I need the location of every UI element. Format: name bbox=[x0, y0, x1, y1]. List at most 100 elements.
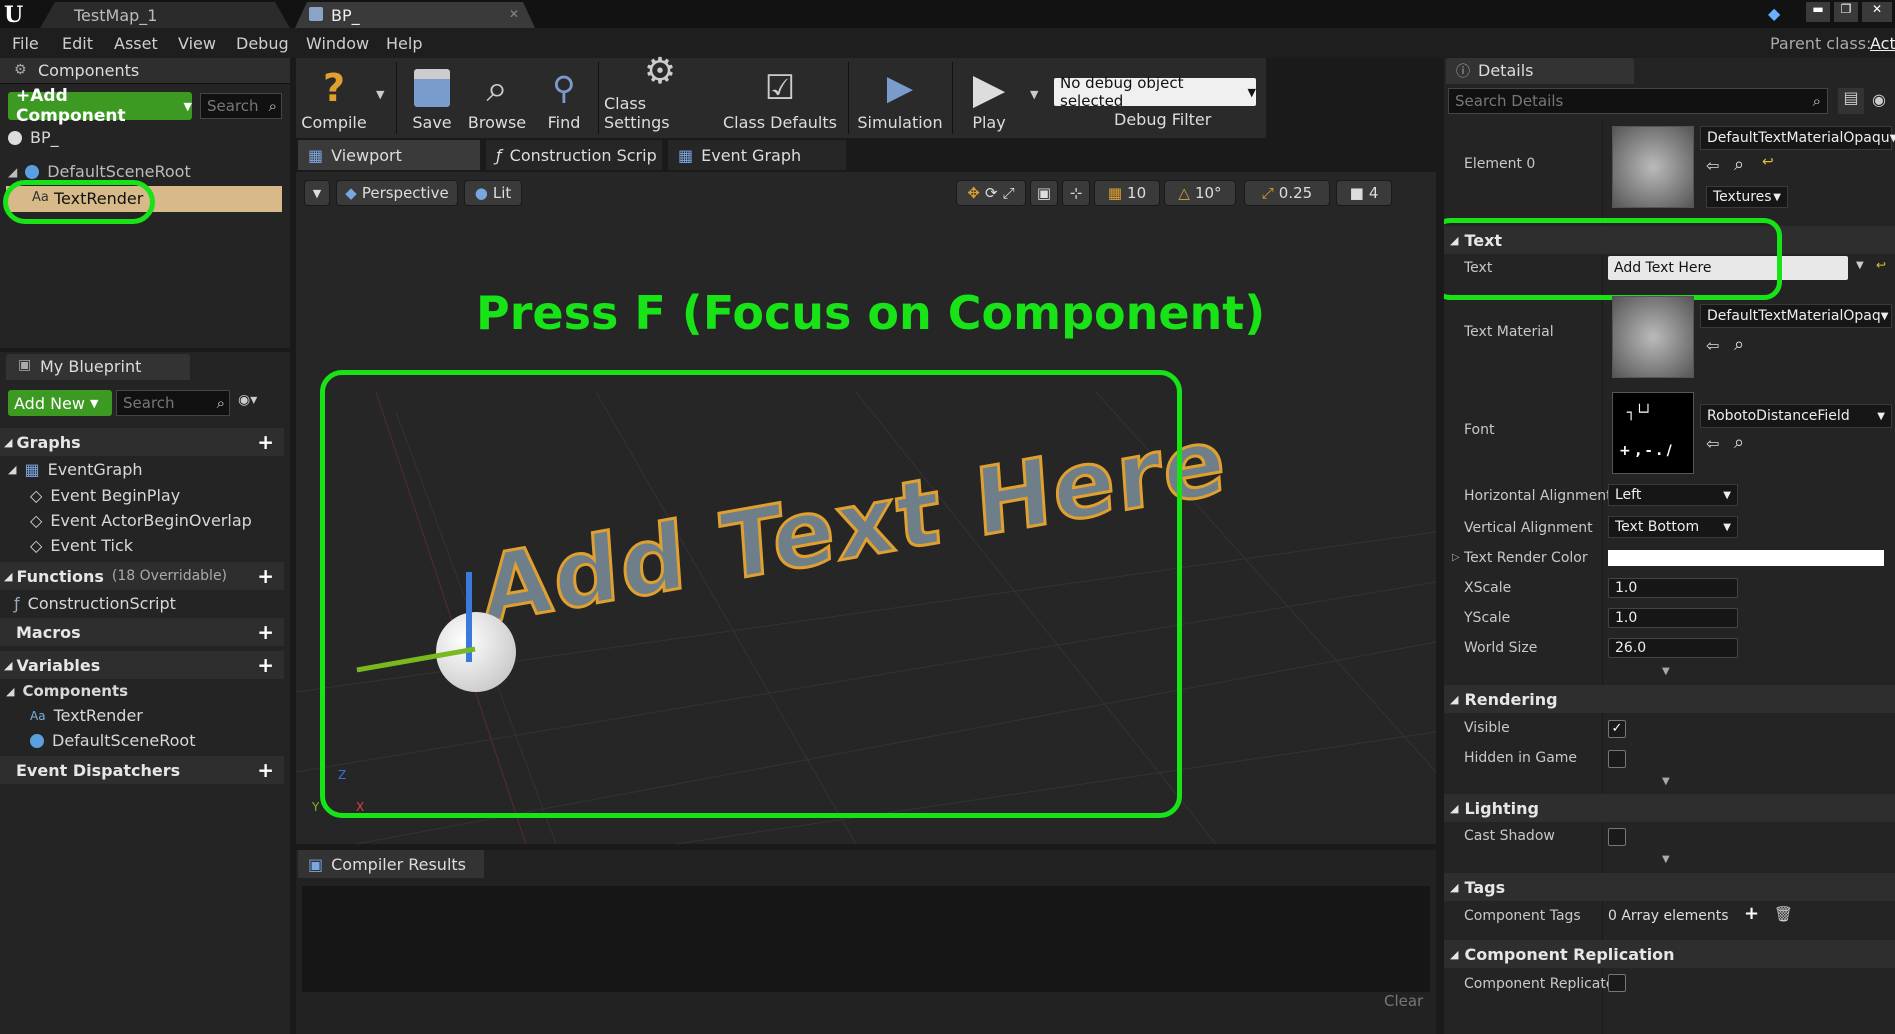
construction-script-item[interactable]: ƒ ConstructionScript bbox=[14, 594, 176, 613]
camera-speed-button[interactable]: ■ 4 bbox=[1336, 180, 1392, 206]
doc-tab-testmap[interactable]: TestMap_1 bbox=[40, 2, 290, 28]
debug-object-select[interactable]: No debug object selected ▼ bbox=[1054, 74, 1256, 110]
menu-asset[interactable]: Asset bbox=[114, 34, 158, 53]
component-replicates-checkbox[interactable] bbox=[1608, 974, 1626, 992]
replication-section[interactable]: ◢ Component Replication bbox=[1444, 940, 1895, 968]
components-search-input[interactable]: Search ⌕ bbox=[200, 93, 282, 119]
add-icon[interactable]: + bbox=[1744, 903, 1759, 924]
tab-compiler-results[interactable]: ▣ Compiler Results bbox=[298, 850, 484, 878]
menu-view[interactable]: View bbox=[178, 34, 216, 53]
details-tab[interactable]: ⓘ Details bbox=[1446, 58, 1634, 84]
find-button[interactable]: ⚲ Find bbox=[538, 58, 590, 138]
menu-debug[interactable]: Debug bbox=[236, 34, 289, 53]
use-selected-arrow-icon[interactable]: ⇦ bbox=[1706, 336, 1719, 355]
advanced-chevron-icon[interactable]: ▼ bbox=[1662, 666, 1670, 677]
textures-button[interactable]: Textures ▼ bbox=[1706, 186, 1788, 208]
transform-tools[interactable]: ✥ ⟳ ⤢ bbox=[956, 180, 1026, 206]
h-align-select[interactable]: Left ▼ bbox=[1608, 484, 1738, 506]
menu-edit[interactable]: Edit bbox=[62, 34, 93, 53]
add-icon[interactable]: + bbox=[257, 620, 274, 644]
add-new-button[interactable]: Add New ▼ bbox=[8, 390, 112, 416]
tab-viewport[interactable]: ▦ Viewport bbox=[298, 140, 480, 170]
cast-shadow-checkbox[interactable] bbox=[1608, 828, 1626, 846]
viewport[interactable]: Add Text Here Y X Z ▼ ◆ Perspective ● Lit … bbox=[296, 172, 1436, 844]
use-selected-arrow-icon[interactable]: ⇦ bbox=[1706, 434, 1719, 453]
close-window-icon[interactable]: ✕ bbox=[1862, 2, 1892, 22]
minimize-icon[interactable]: ▬ bbox=[1806, 2, 1830, 22]
scale-icon[interactable]: ⤢ bbox=[1003, 184, 1015, 202]
tab-construction-script[interactable]: ƒ Construction Scrip bbox=[486, 140, 662, 170]
variable-item[interactable]: Aa TextRender bbox=[30, 706, 143, 725]
grid-snap-button[interactable]: ▦ 10 bbox=[1094, 180, 1160, 206]
blueprint-search-input[interactable]: Search ⌕ bbox=[116, 390, 230, 416]
variables-section[interactable]: ◢ Variables + bbox=[0, 651, 284, 679]
browse-magnifier-icon[interactable]: ⌕ bbox=[1734, 334, 1744, 355]
class-defaults-button[interactable]: ☑ Class Defaults bbox=[720, 58, 840, 138]
simulation-button[interactable]: ▶ Simulation bbox=[854, 58, 946, 138]
menu-file[interactable]: File bbox=[12, 34, 39, 53]
class-settings-button[interactable]: ⚙ Class Settings bbox=[604, 51, 716, 138]
details-search-input[interactable]: Search Details ⌕ bbox=[1448, 88, 1828, 114]
world-size-input[interactable]: 26.0 bbox=[1608, 638, 1738, 658]
functions-section[interactable]: ◢ Functions (18 Overridable) + bbox=[0, 562, 284, 590]
chevron-down-icon[interactable]: ▼ bbox=[1856, 260, 1864, 271]
eye-icon[interactable]: ◉ bbox=[1872, 90, 1892, 112]
translate-icon[interactable]: ✥ bbox=[967, 184, 980, 202]
menu-help[interactable]: Help bbox=[386, 34, 422, 53]
property-matrix-icon[interactable]: ▤ bbox=[1838, 88, 1864, 114]
event-item[interactable]: ◇ Event BeginPlay bbox=[30, 486, 180, 505]
macros-section[interactable]: Macros + bbox=[0, 618, 284, 646]
scale-snap-button[interactable]: ⤢ 0.25 bbox=[1244, 180, 1330, 206]
font-select[interactable]: RobotoDistanceField ▼ bbox=[1700, 404, 1892, 428]
event-dispatchers-section[interactable]: Event Dispatchers + bbox=[0, 756, 284, 784]
marketplace-icon[interactable]: ◆ bbox=[1768, 4, 1792, 24]
doc-tab-bp[interactable]: BP_ ✕ bbox=[295, 2, 535, 28]
tab-event-graph[interactable]: ▦ Event Graph bbox=[668, 140, 846, 170]
lighting-section[interactable]: ◢ Lighting bbox=[1444, 794, 1895, 822]
lit-button[interactable]: ● Lit bbox=[464, 180, 522, 206]
trash-icon[interactable]: 🗑 bbox=[1774, 905, 1793, 923]
graphs-section[interactable]: ◢ Graphs + bbox=[0, 428, 284, 456]
use-selected-arrow-icon[interactable]: ⇦ bbox=[1706, 156, 1719, 175]
browse-magnifier-icon[interactable]: ⌕ bbox=[1734, 154, 1744, 175]
components-category[interactable]: ◢ Components bbox=[6, 682, 128, 700]
surface-snap-button[interactable]: ⊹ bbox=[1062, 180, 1090, 206]
event-graph-item[interactable]: ◢ ▦ EventGraph bbox=[8, 460, 143, 479]
parent-class-link[interactable]: Act bbox=[1870, 34, 1895, 53]
text-material-select[interactable]: DefaultTextMaterialOpaq ▼ bbox=[1700, 304, 1892, 328]
chevron-down-icon[interactable]: ▼ bbox=[376, 88, 384, 101]
save-button[interactable]: Save bbox=[404, 58, 460, 138]
add-icon[interactable]: + bbox=[257, 430, 274, 454]
xscale-input[interactable]: 1.0 bbox=[1608, 578, 1738, 598]
advanced-chevron-icon[interactable]: ▼ bbox=[1662, 776, 1670, 787]
chevron-down-icon[interactable]: ▼ bbox=[1030, 88, 1038, 101]
rotate-icon[interactable]: ⟳ bbox=[985, 184, 998, 202]
font-thumbnail[interactable]: ┐└┘ + , - . / bbox=[1612, 392, 1694, 474]
expand-icon[interactable]: ▷ bbox=[1452, 552, 1460, 563]
reset-arrow-icon[interactable]: ↩ bbox=[1876, 258, 1886, 272]
add-icon[interactable]: + bbox=[257, 564, 274, 588]
rotation-snap-button[interactable]: △ 10° bbox=[1164, 180, 1236, 206]
rendering-section[interactable]: ◢ Rendering bbox=[1444, 685, 1895, 713]
browse-button[interactable]: ⌕ Browse bbox=[466, 58, 528, 138]
eye-icon[interactable]: ◉▾ bbox=[238, 392, 278, 414]
maximize-icon[interactable]: ❐ bbox=[1834, 2, 1858, 22]
element0-material-select[interactable]: DefaultTextMaterialOpaqu ▼ bbox=[1700, 126, 1895, 150]
tags-section[interactable]: ◢ Tags bbox=[1444, 873, 1895, 901]
browse-magnifier-icon[interactable]: ⌕ bbox=[1734, 432, 1744, 453]
v-align-select[interactable]: Text Bottom ▼ bbox=[1608, 516, 1738, 538]
play-button[interactable]: ▶ Play bbox=[956, 58, 1022, 138]
text-color-swatch[interactable] bbox=[1608, 550, 1884, 566]
my-blueprint-tab[interactable]: ▣ My Blueprint bbox=[6, 354, 190, 380]
menu-window[interactable]: Window bbox=[306, 34, 369, 53]
material-thumbnail[interactable] bbox=[1612, 296, 1694, 378]
visible-checkbox[interactable]: ✓ bbox=[1608, 720, 1626, 738]
yscale-input[interactable]: 1.0 bbox=[1608, 608, 1738, 628]
variable-item[interactable]: DefaultSceneRoot bbox=[30, 731, 196, 750]
component-root-item[interactable]: BP_ bbox=[8, 128, 59, 147]
perspective-button[interactable]: ◆ Perspective bbox=[336, 180, 458, 206]
reset-arrow-icon[interactable]: ↩ bbox=[1762, 154, 1774, 170]
material-thumbnail[interactable] bbox=[1612, 126, 1694, 208]
viewport-options-button[interactable]: ▼ bbox=[304, 180, 330, 206]
event-item[interactable]: ◇ Event Tick bbox=[30, 536, 133, 555]
